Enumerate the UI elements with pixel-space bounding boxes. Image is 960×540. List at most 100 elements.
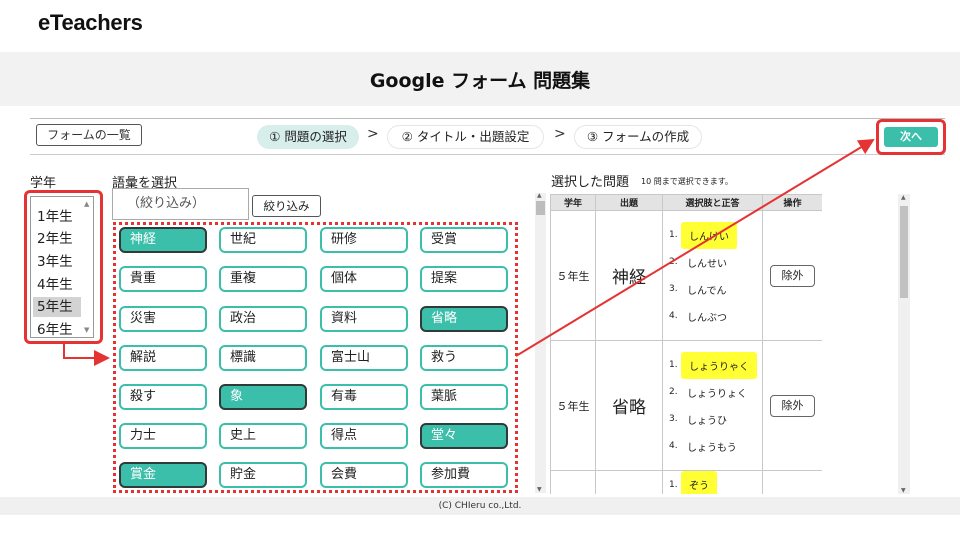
choice-item: 3. しんでん — [669, 276, 762, 303]
choice-number: 1. — [669, 360, 678, 370]
choices-cell: 1. ぞう — [662, 470, 763, 494]
correct-answer: ぞう — [681, 471, 717, 494]
word-chip[interactable]: 貴重 — [119, 266, 207, 292]
word-grid-scrollbar[interactable]: ▲ ▼ — [535, 192, 546, 493]
scroll-down-icon[interactable]: ▼ — [901, 487, 906, 494]
selection-limit-note: 10 問まで選択できます。 — [641, 177, 733, 186]
choices-cell: 1. しょうりゃく 2. しょうりょく 3. しょうひ 4. しょうもう — [662, 340, 763, 471]
site-logo[interactable]: eTeachers — [38, 10, 143, 36]
chevron-right-icon: > — [554, 126, 566, 142]
choice-item: 1. ぞう — [669, 471, 762, 494]
table-row: 1. ぞう — [550, 470, 822, 494]
choice-number: 3. — [669, 414, 678, 424]
word-chip[interactable]: 有毒 — [320, 384, 408, 410]
correct-answer: しょうりゃく — [681, 351, 757, 379]
grade-option[interactable]: 4年生 — [33, 275, 81, 295]
word-chip[interactable]: 重複 — [219, 266, 307, 292]
grade-listbox[interactable]: 1年生 2年生 3年生 4年生 5年生 6年生 ▲ ▼ — [30, 196, 94, 338]
word-chip[interactable]: 貯金 — [219, 462, 307, 488]
choice-text: しょうひ — [687, 415, 727, 427]
grade-option[interactable]: 2年生 — [33, 229, 81, 249]
scroll-up-icon[interactable]: ▲ — [84, 200, 89, 208]
choice-item: 4. しんぶつ — [669, 303, 762, 330]
choice-item: 3. しょうひ — [669, 406, 762, 433]
choice-item: 2. しょうりょく — [669, 379, 762, 406]
word-chip[interactable]: 力士 — [119, 423, 207, 449]
word-chip[interactable]: 救う — [420, 345, 508, 371]
step-create-form[interactable]: ③ フォームの作成 — [574, 125, 702, 149]
word-chip[interactable]: 殺す — [119, 384, 207, 410]
grade-cell: ５年生 — [550, 340, 596, 471]
choice-number: 1. — [669, 230, 678, 240]
word-chip[interactable]: 研修 — [320, 227, 408, 253]
grade-cell: ５年生 — [550, 210, 596, 341]
column-header: 出題 — [595, 194, 663, 211]
column-header: 学年 — [550, 194, 596, 211]
scroll-up-icon[interactable]: ▲ — [537, 192, 542, 199]
filter-button[interactable]: 絞り込み — [252, 195, 321, 217]
choice-text: しんせい — [687, 258, 727, 270]
choice-text: しんでん — [687, 285, 727, 297]
word-chip[interactable]: 提案 — [420, 266, 508, 292]
scroll-down-icon[interactable]: ▼ — [84, 326, 89, 334]
choice-number: 3. — [669, 284, 678, 294]
word-chip[interactable]: 得点 — [320, 423, 408, 449]
grade-option[interactable]: 1年生 — [33, 207, 81, 227]
step-title-settings[interactable]: ② タイトル・出題設定 — [387, 125, 544, 149]
word-chip-selected[interactable]: 神経 — [119, 227, 207, 253]
word-chip[interactable]: 富士山 — [320, 345, 408, 371]
divider — [30, 154, 945, 155]
choice-item: 1. しんけい — [669, 221, 762, 249]
choice-text: しょうりょく — [687, 388, 747, 400]
table-header-row: 学年 出題 選択肢と正答 操作 — [550, 194, 822, 211]
grade-option[interactable]: 3年生 — [33, 252, 81, 272]
word-chip-selected[interactable]: 堂々 — [420, 423, 508, 449]
chevron-right-icon: > — [367, 126, 379, 142]
grade-scrollbar[interactable]: ▲ ▼ — [82, 198, 92, 336]
word-chip[interactable]: 解説 — [119, 345, 207, 371]
page-scrollbar[interactable]: ▲ ▼ — [898, 194, 910, 494]
word-chip[interactable]: 葉脈 — [420, 384, 508, 410]
column-header: 選択肢と正答 — [662, 194, 763, 211]
word-chip[interactable]: 受賞 — [420, 227, 508, 253]
word-chip[interactable]: 災害 — [119, 306, 207, 332]
title-banner: Google フォーム 問題集 — [0, 52, 960, 106]
table-row: ５年生 神経 1. しんけい 2. しんせい 3. しんでん 4. しんぶつ 除外 — [550, 210, 822, 341]
grade-cell — [550, 470, 596, 494]
grade-option-selected[interactable]: 5年生 — [33, 297, 81, 317]
next-button[interactable]: 次へ — [884, 127, 938, 147]
filter-input[interactable]: （絞り込み） — [112, 188, 249, 220]
word-chip[interactable]: 会費 — [320, 462, 408, 488]
word-chip[interactable]: 史上 — [219, 423, 307, 449]
grade-option[interactable]: 6年生 — [33, 320, 81, 340]
action-cell: 除外 — [762, 340, 822, 471]
choice-number: 1. — [669, 479, 678, 490]
form-list-button[interactable]: フォームの一覧 — [36, 124, 142, 146]
scroll-down-icon[interactable]: ▼ — [537, 486, 542, 493]
divider — [30, 118, 945, 119]
word-chip[interactable]: 個体 — [320, 266, 408, 292]
choices-cell: 1. しんけい 2. しんせい 3. しんでん 4. しんぶつ — [662, 210, 763, 341]
scroll-up-icon[interactable]: ▲ — [901, 194, 906, 201]
scrollbar-thumb[interactable] — [900, 206, 908, 298]
remove-button[interactable]: 除外 — [770, 264, 815, 287]
step-select-questions[interactable]: ① 問題の選択 — [257, 125, 359, 149]
action-cell: 除外 — [762, 210, 822, 341]
word-chip[interactable]: 政治 — [219, 306, 307, 332]
selected-questions-table: 学年 出題 選択肢と正答 操作 ５年生 神経 1. しんけい 2. しんせい 3. しんでん 4… — [550, 194, 822, 494]
word-chip[interactable]: 世紀 — [219, 227, 307, 253]
column-header: 操作 — [762, 194, 822, 211]
remove-button[interactable]: 除外 — [770, 394, 815, 417]
word-chip[interactable]: 参加費 — [420, 462, 508, 488]
table-row: ５年生 省略 1. しょうりゃく 2. しょうりょく 3. しょうひ 4. しょうもう 除外 — [550, 340, 822, 471]
word-chip[interactable]: 標識 — [219, 345, 307, 371]
word-chip-selected[interactable]: 省略 — [420, 306, 508, 332]
word-chip[interactable]: 資料 — [320, 306, 408, 332]
word-chip-selected[interactable]: 賞金 — [119, 462, 207, 488]
word-chip-selected[interactable]: 象 — [219, 384, 307, 410]
scrollbar-thumb[interactable] — [536, 201, 545, 215]
footer-copyright: (C) CHIeru co.,Ltd. — [0, 497, 960, 515]
choice-item: 1. しょうりゃく — [669, 351, 762, 379]
question-word-cell: 省略 — [595, 340, 663, 471]
question-builder: フォームの一覧 ① 問題の選択 > ② タイトル・出題設定 > ③ フォームの作… — [24, 118, 946, 498]
